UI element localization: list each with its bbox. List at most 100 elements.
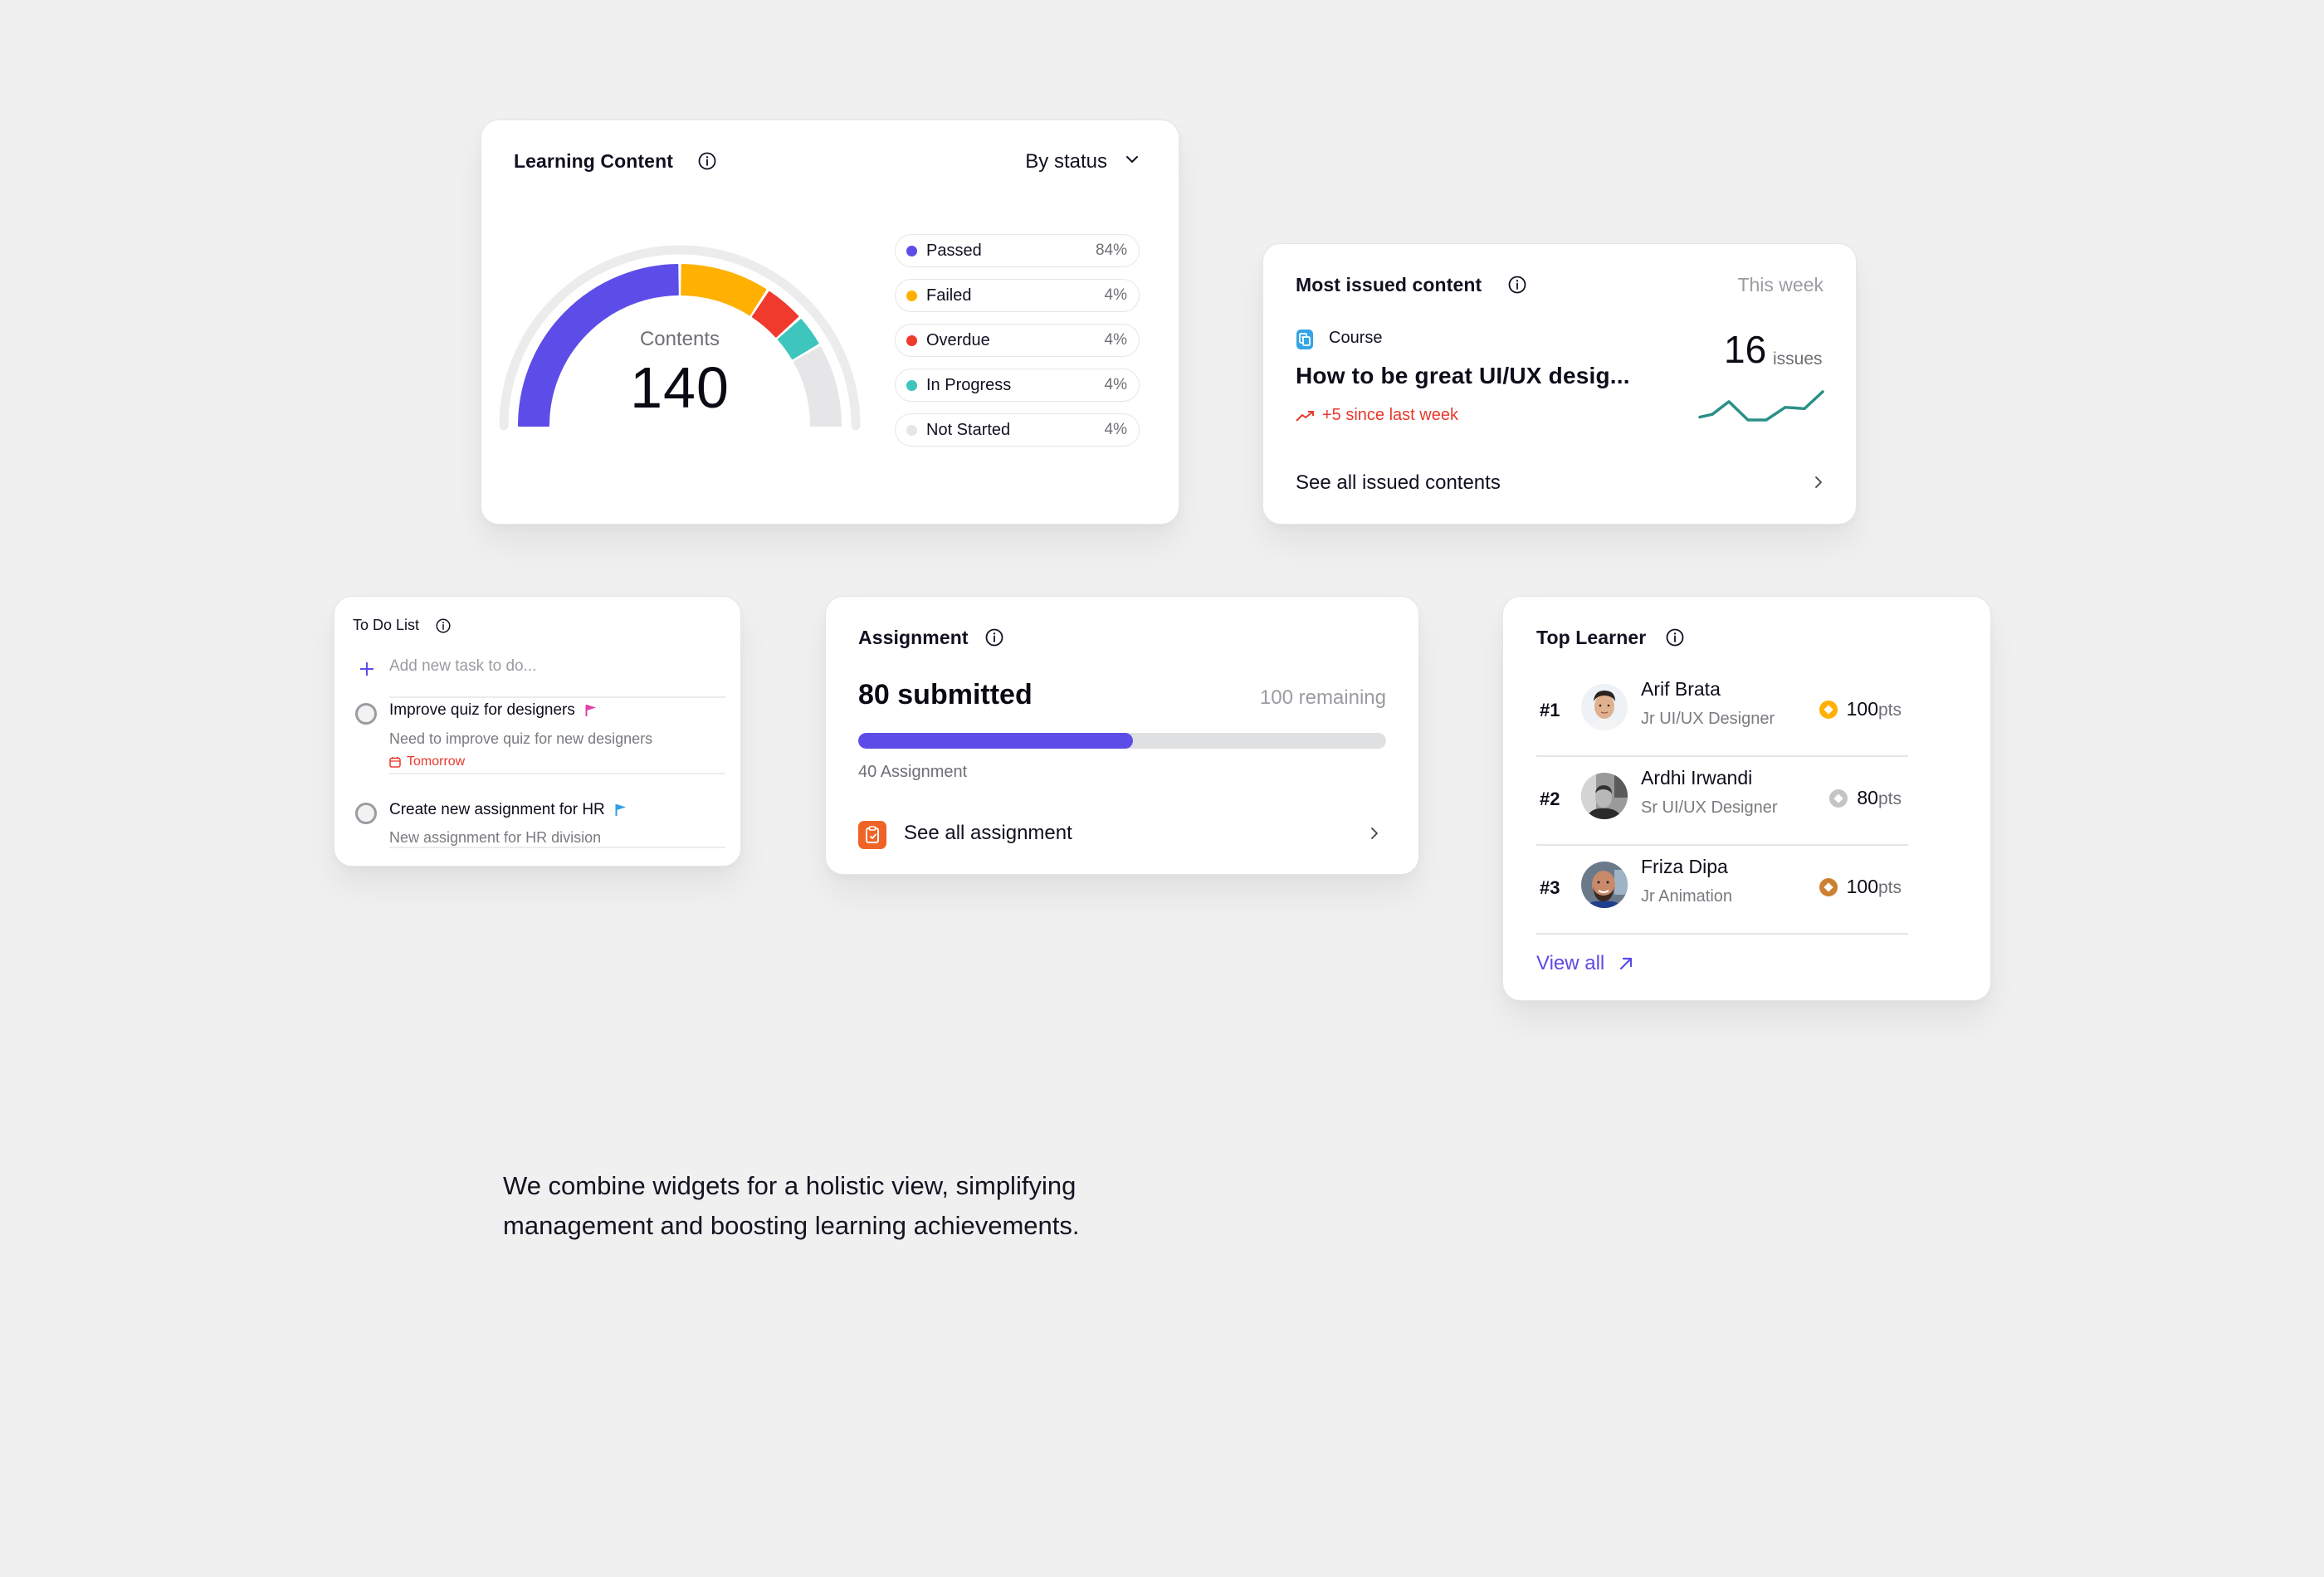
legend-color-dot <box>906 334 917 346</box>
legend-color-dot <box>906 290 917 301</box>
info-icon[interactable] <box>985 628 1003 647</box>
learner-rank: #3 <box>1540 877 1560 898</box>
task-title[interactable]: Create new assignment for HR <box>389 801 627 819</box>
caption-text: We combine widgets for a holistic view, … <box>503 1171 1080 1240</box>
learner-row[interactable]: #1 Arif Brata Jr UI/UX Designer 100 pts <box>1536 668 1908 757</box>
legend-color-dot <box>906 424 917 436</box>
points-unit: pts <box>1877 789 1902 808</box>
task-due-text: Tomorrow <box>407 754 466 769</box>
divider <box>389 773 725 774</box>
assignment-progress-bar <box>858 733 1386 749</box>
points-value: 100 <box>1846 698 1878 720</box>
legend-label: In Progress <box>926 375 1012 394</box>
learner-name: Ardhi Irwandi <box>1641 767 1753 788</box>
task-checkbox[interactable] <box>355 703 377 725</box>
add-task-input[interactable] <box>389 657 721 676</box>
task-title[interactable]: Improve quiz for designers <box>389 701 597 720</box>
issue-count-unit: issues <box>1773 349 1823 369</box>
learner-role: Sr UI/UX Designer <box>1641 798 1778 817</box>
silver-coin-icon <box>1829 788 1848 808</box>
task-checkbox[interactable] <box>355 803 377 824</box>
learner-points: 100 pts <box>1819 876 1902 898</box>
points-value: 80 <box>1857 787 1878 808</box>
learning-content-card: Learning Content By status Contents 140 … <box>481 120 1179 525</box>
learner-rank: #2 <box>1540 788 1560 809</box>
content-type-label: Course <box>1329 329 1383 347</box>
task-title-text: Create new assignment for HR <box>389 801 605 818</box>
info-icon[interactable] <box>1508 276 1526 294</box>
divider <box>389 696 725 698</box>
clipboard-check-icon <box>858 821 886 849</box>
legend-percent: 84% <box>1095 242 1127 259</box>
todo-list-card: To Do List Improve quiz for designers Ne… <box>334 596 741 867</box>
info-icon[interactable] <box>436 618 451 633</box>
gold-coin-icon <box>1819 700 1838 719</box>
legend-item-failed[interactable]: Failed 4% <box>895 279 1140 312</box>
assignment-title: Assignment <box>858 627 969 648</box>
task-title-text: Improve quiz for designers <box>389 701 575 719</box>
legend-label: Overdue <box>926 330 990 349</box>
chevron-right-icon[interactable] <box>1370 827 1379 840</box>
assignment-card: Assignment 80 submitted 100 remaining 40… <box>825 596 1419 875</box>
content-title[interactable]: How to be great UI/UX desig... <box>1296 363 1630 389</box>
legend-percent: 4% <box>1104 376 1127 393</box>
legend-item-not-started[interactable]: Not Started 4% <box>895 413 1140 447</box>
gauge-center-label: Contents <box>639 328 720 350</box>
trend-text: +5 since last week <box>1322 406 1458 424</box>
divider <box>1536 933 1908 935</box>
learner-role: Jr Animation <box>1641 887 1733 906</box>
top-learner-title: Top Learner <box>1536 627 1647 648</box>
chevron-down-icon[interactable] <box>1125 155 1139 164</box>
gauge-segment-not-started[interactable] <box>793 346 842 427</box>
divider <box>389 847 725 848</box>
learner-name: Friza Dipa <box>1641 856 1728 877</box>
assignment-progress-fill <box>858 733 1133 749</box>
todo-title: To Do List <box>353 617 420 633</box>
task-description: New assignment for HR division <box>389 829 602 846</box>
most-issued-title: Most issued content <box>1296 274 1482 295</box>
avatar <box>1581 862 1628 908</box>
learner-row[interactable]: #3 Friza Dipa Jr Animation 100 pts <box>1536 846 1908 935</box>
legend-label: Failed <box>926 286 972 305</box>
period-label: This week <box>1737 274 1824 295</box>
remaining-count: 100 remaining <box>1259 686 1386 709</box>
legend-item-in-progress[interactable]: In Progress 4% <box>895 369 1140 402</box>
legend-item-overdue[interactable]: Overdue 4% <box>895 324 1140 357</box>
learner-rank: #1 <box>1540 700 1560 720</box>
learner-points: 100 pts <box>1819 698 1902 720</box>
learner-points: 80 pts <box>1829 787 1902 809</box>
see-all-issued-link[interactable]: See all issued contents <box>1296 471 1501 495</box>
view-all-text: View all <box>1536 952 1605 974</box>
see-all-assignment-link[interactable]: See all assignment <box>904 822 1072 845</box>
legend-item-passed[interactable]: Passed 84% <box>895 234 1140 267</box>
points-value: 100 <box>1846 876 1878 897</box>
course-icon <box>1296 330 1313 349</box>
flag-icon <box>615 804 626 816</box>
info-icon[interactable] <box>1666 628 1684 647</box>
avatar <box>1581 684 1628 730</box>
legend-percent: 4% <box>1104 286 1127 304</box>
learner-row[interactable]: #2 Ardhi Irwandi Sr UI/UX Designer 80 pt… <box>1536 757 1908 846</box>
learner-role: Jr UI/UX Designer <box>1641 710 1775 728</box>
learner-name: Arif Brata <box>1641 678 1721 700</box>
view-all-link[interactable]: View all <box>1536 952 1633 975</box>
plus-icon[interactable] <box>359 662 374 676</box>
legend-percent: 4% <box>1104 421 1127 438</box>
legend-label: Passed <box>926 241 982 260</box>
task-description: Need to improve quiz for new designers <box>389 730 653 747</box>
flag-icon <box>585 705 596 716</box>
bronze-coin-icon <box>1819 877 1838 896</box>
chevron-right-icon[interactable] <box>1814 476 1823 489</box>
points-unit: pts <box>1877 878 1902 897</box>
gauge-total-value: 140 <box>630 355 730 420</box>
status-filter-dropdown[interactable]: By status <box>1025 150 1107 173</box>
submitted-count: 80 submitted <box>858 679 1033 710</box>
gauge-segment-failed[interactable] <box>681 264 767 316</box>
sparkline-series <box>1698 390 1824 422</box>
most-issued-content-card: Most issued content This week Course How… <box>1262 243 1857 525</box>
avatar <box>1581 773 1628 819</box>
legend-label: Not Started <box>926 420 1011 439</box>
trending-up-icon <box>1296 410 1314 422</box>
legend-percent: 4% <box>1104 331 1127 349</box>
legend-color-dot <box>906 245 917 256</box>
